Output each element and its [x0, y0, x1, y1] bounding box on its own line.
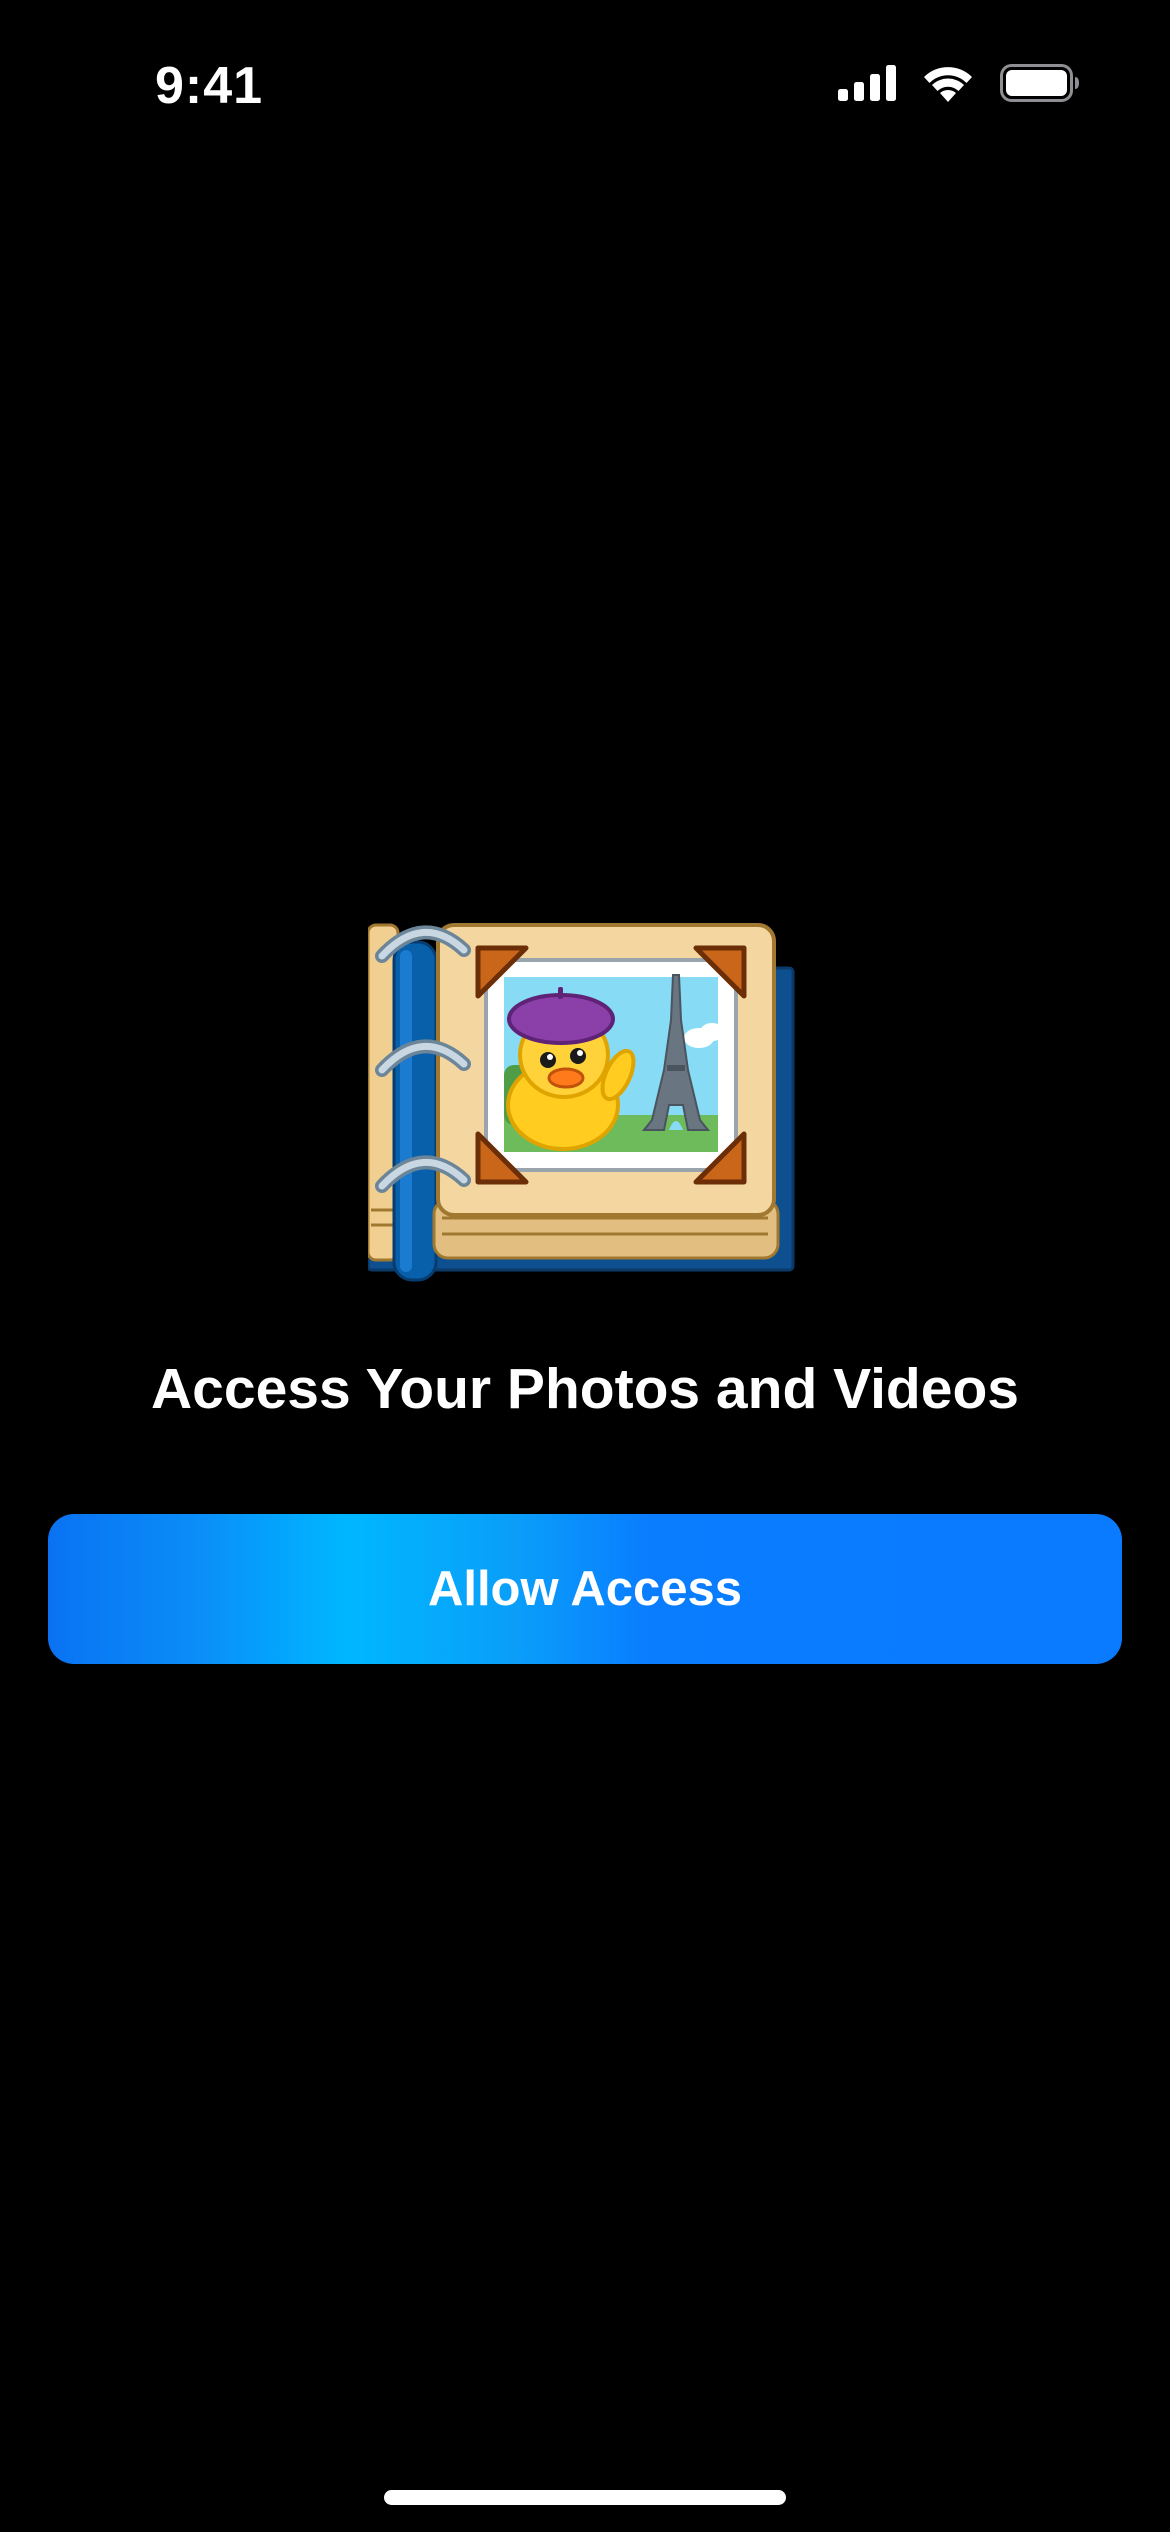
status-bar: 9:41: [0, 0, 1170, 150]
battery-icon: [1000, 64, 1079, 102]
photo-album-duck-icon: [366, 920, 798, 1285]
page-title: Access Your Photos and Videos: [151, 1357, 1019, 1421]
allow-access-button[interactable]: Allow Access: [48, 1514, 1122, 1664]
status-icons: [838, 64, 1080, 102]
home-indicator[interactable]: [384, 2490, 786, 2505]
wifi-icon: [924, 67, 972, 102]
allow-access-button-label: Allow Access: [427, 1562, 743, 1616]
cellular-signal-icon: [838, 65, 896, 101]
status-time: 9:41: [155, 57, 264, 115]
